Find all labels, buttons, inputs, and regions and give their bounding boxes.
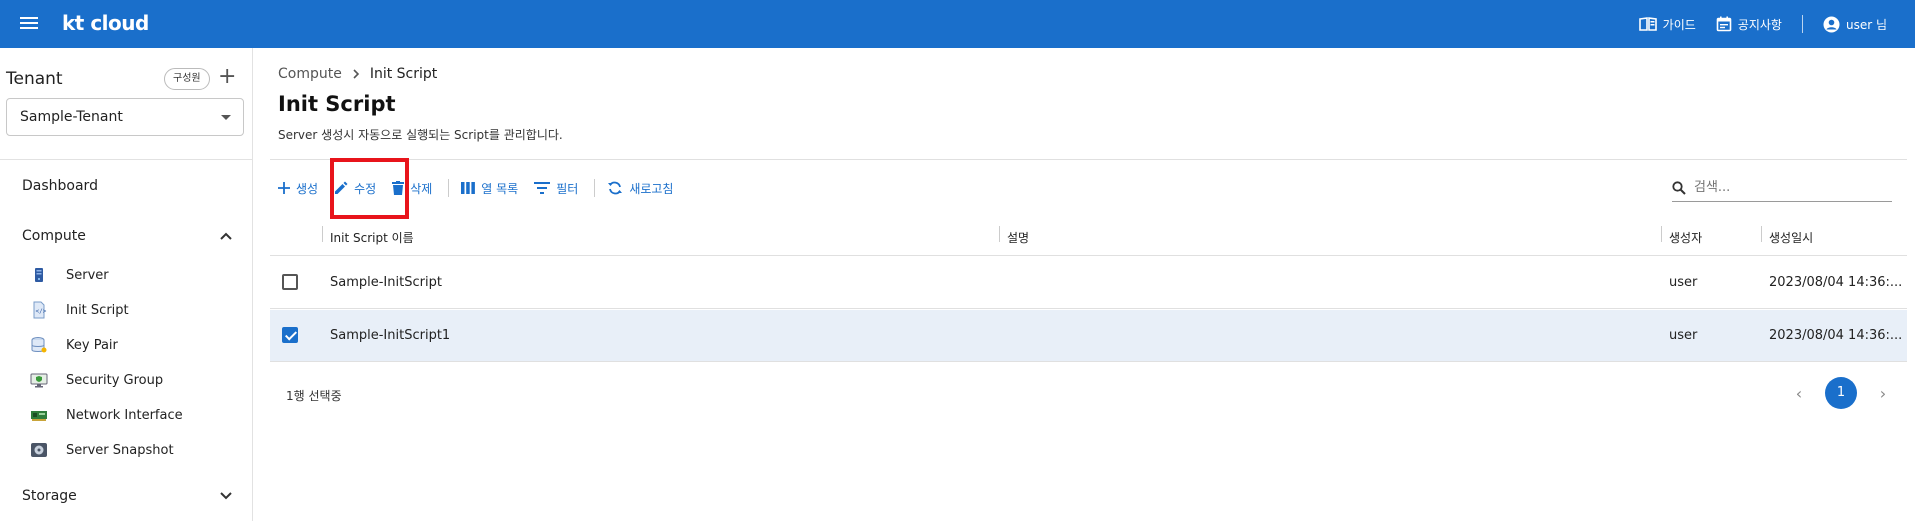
breadcrumb-current: Init Script: [369, 66, 438, 82]
sidebar-item-server-snapshot[interactable]: Server Snapshot: [30, 439, 174, 461]
logo[interactable]: kt cloud: [62, 11, 149, 35]
notice-link[interactable]: 공지사항: [1716, 16, 1782, 33]
guide-link[interactable]: 가이드: [1638, 16, 1696, 33]
search-box[interactable]: [1672, 174, 1892, 202]
chevron-left-icon[interactable]: ‹: [1791, 384, 1807, 403]
tenant-select[interactable]: Sample-Tenant: [6, 98, 244, 136]
sidebar-section-storage[interactable]: Storage: [22, 488, 232, 504]
user-avatar-icon: [1823, 16, 1840, 32]
sidebar-item-network-interface[interactable]: Network Interface: [30, 404, 183, 426]
cell-created-at: 2023/08/04 14:36:...: [1769, 328, 1903, 343]
filter-label: 필터: [556, 181, 579, 196]
member-button[interactable]: 구성원: [164, 68, 210, 90]
column-separator: [999, 226, 1000, 242]
cell-name: Sample-InitScript: [330, 275, 442, 290]
chevron-right-icon[interactable]: ›: [1875, 384, 1891, 403]
divider: [0, 159, 252, 160]
tenant-title: Tenant: [6, 69, 63, 89]
row-checkbox[interactable]: [282, 274, 298, 290]
sidebar-item-label: Init Script: [66, 302, 129, 318]
user-menu[interactable]: user 님: [1823, 16, 1887, 33]
chevron-right-icon: [353, 69, 359, 79]
page-description: Server 생성시 자동으로 실행되는 Script를 관리합니다.: [278, 128, 563, 142]
search-icon: [1672, 180, 1686, 195]
script-file-icon: </>: [30, 301, 48, 319]
divider: [1801, 15, 1803, 33]
refresh-label: 새로고침: [629, 181, 674, 196]
column-separator: [1761, 226, 1762, 242]
top-right-menu: 가이드 공지사항 user 님: [1619, 0, 1887, 48]
section-label: Compute: [22, 228, 86, 244]
sidebar-item-server[interactable]: Server: [30, 264, 109, 286]
chevron-up-icon: [220, 232, 232, 240]
main-content: Compute Init Script Init Script Server 생…: [254, 48, 1915, 521]
columns-icon: [461, 182, 476, 194]
table-header: Init Script 이름 설명 생성자 생성일시: [270, 216, 1907, 256]
breadcrumb: Compute Init Script: [278, 66, 437, 82]
user-label: user 님: [1845, 17, 1887, 32]
filter-icon: [534, 182, 551, 194]
network-card-icon: [30, 406, 48, 424]
plus-icon: [278, 182, 290, 194]
tenant-select-value: Sample-Tenant: [20, 109, 123, 125]
sidebar: Tenant 구성원 + Sample-Tenant Dashboard Com…: [0, 48, 253, 521]
sidebar-item-label: Server: [66, 267, 109, 283]
chevron-down-icon: [220, 492, 232, 500]
create-button[interactable]: 생성: [278, 180, 318, 197]
section-label: Storage: [22, 488, 77, 504]
top-bar: kt cloud 가이드 공지사항 user 님: [0, 0, 1915, 48]
notice-label: 공지사항: [1737, 17, 1782, 32]
delete-label: 삭제: [410, 181, 433, 196]
divider: [594, 179, 596, 197]
sidebar-item-init-script[interactable]: </> Init Script: [30, 299, 129, 321]
sidebar-section-compute[interactable]: Compute: [22, 228, 232, 244]
columns-label: 열 목록: [481, 181, 519, 196]
create-label: 생성: [296, 181, 319, 196]
cell-created-at: 2023/08/04 14:36:...: [1769, 275, 1903, 290]
monitor-shield-icon: [30, 371, 48, 389]
sidebar-item-dashboard[interactable]: Dashboard: [22, 178, 98, 194]
sidebar-item-key-pair[interactable]: Key Pair: [30, 334, 118, 356]
column-header-description[interactable]: 설명: [1007, 229, 1029, 246]
sidebar-item-label: Network Interface: [66, 407, 183, 423]
database-key-icon: [30, 336, 48, 354]
divider: [270, 159, 1907, 160]
book-icon: [1638, 17, 1657, 31]
divider: [448, 179, 450, 197]
search-input[interactable]: [1694, 180, 1874, 195]
table-row[interactable]: Sample-InitScript1 user 2023/08/04 14:36…: [270, 310, 1907, 362]
calendar-icon: [1716, 16, 1732, 32]
guide-label: 가이드: [1662, 17, 1696, 32]
column-separator: [322, 226, 323, 242]
page-title: Init Script: [278, 92, 396, 116]
sidebar-item-label: Security Group: [66, 372, 164, 388]
caret-down-icon: [221, 115, 231, 120]
column-header-created-at[interactable]: 생성일시: [1769, 229, 1813, 246]
columns-button[interactable]: 열 목록: [461, 180, 518, 197]
column-header-name[interactable]: Init Script 이름: [330, 229, 414, 246]
cell-creator: user: [1669, 328, 1698, 343]
cell-creator: user: [1669, 275, 1698, 290]
highlight-box: [330, 158, 409, 219]
breadcrumb-compute[interactable]: Compute: [278, 66, 342, 82]
table-row[interactable]: Sample-InitScript user 2023/08/04 14:36:…: [270, 257, 1907, 309]
page-number-button[interactable]: 1: [1825, 377, 1857, 409]
row-checkbox[interactable]: [282, 327, 298, 343]
sidebar-item-security-group[interactable]: Security Group: [30, 369, 163, 391]
hamburger-menu-icon[interactable]: [20, 14, 40, 34]
cell-name: Sample-InitScript1: [330, 328, 451, 343]
refresh-icon: [608, 181, 623, 195]
filter-button[interactable]: 필터: [534, 180, 578, 197]
sidebar-item-label: Server Snapshot: [66, 442, 174, 458]
server-icon: [30, 266, 48, 284]
snapshot-disk-icon: [30, 441, 48, 459]
refresh-button[interactable]: 새로고침: [607, 180, 673, 197]
pagination: ‹ 1 ›: [1791, 377, 1891, 409]
add-tenant-icon[interactable]: +: [218, 65, 236, 89]
svg-text:</>: </>: [36, 308, 47, 315]
selection-status: 1행 선택중: [286, 389, 342, 403]
sidebar-item-label: Key Pair: [66, 337, 118, 353]
column-header-creator[interactable]: 생성자: [1669, 229, 1702, 246]
column-separator: [1661, 226, 1662, 242]
